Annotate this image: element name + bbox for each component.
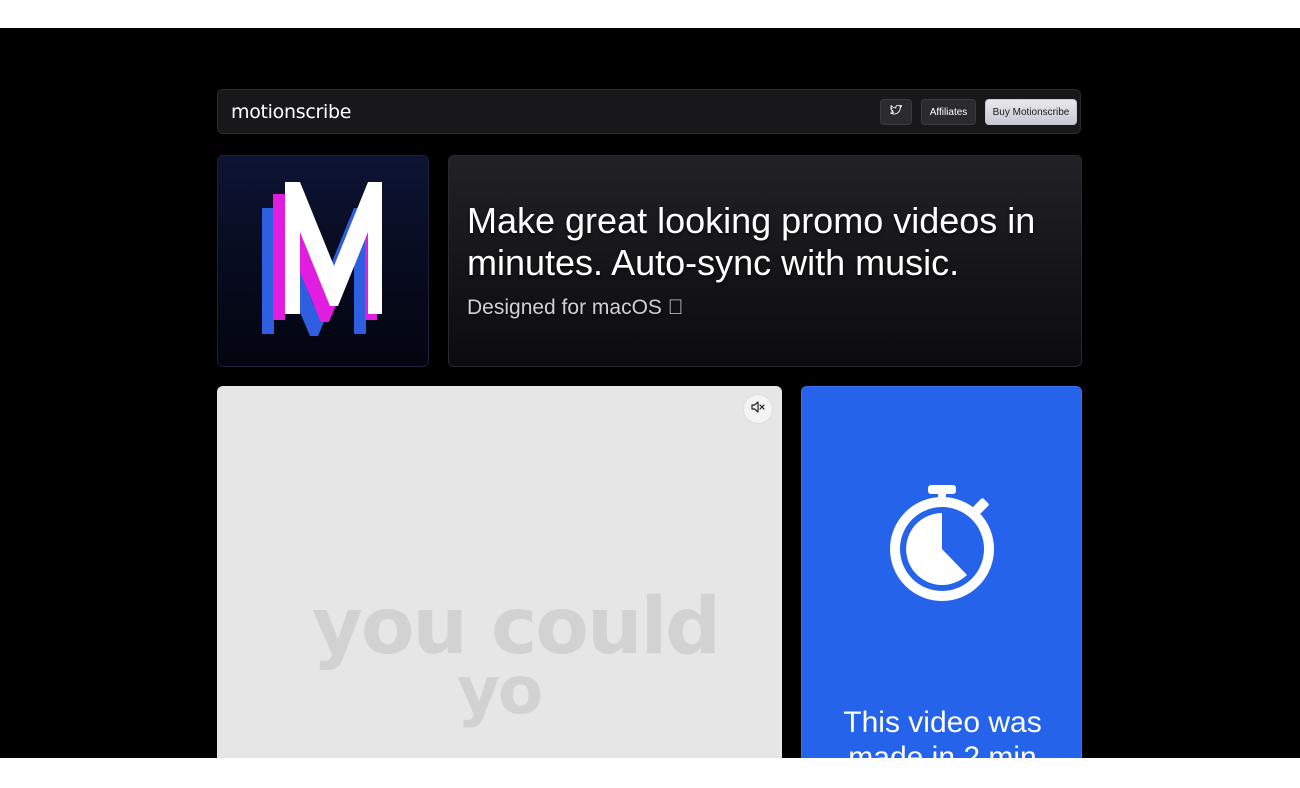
video-text-line-2: yo xyxy=(457,652,543,729)
twitter-icon xyxy=(889,104,902,119)
app-logo-icon xyxy=(262,182,382,336)
buy-button[interactable]: Buy Motionscribe xyxy=(985,99,1077,125)
feature-text: This video was made in 2 min xyxy=(843,706,1042,758)
hero-subline: Designed for macOS  xyxy=(467,296,684,319)
page-viewport: motionscribe Affiliates Buy Motionscribe… xyxy=(0,28,1300,758)
app-icon-card xyxy=(217,155,429,367)
hero-headline: Make great looking promo videos in minut… xyxy=(467,200,1036,283)
twitter-button[interactable] xyxy=(880,99,912,125)
site-logo[interactable]: motionscribe xyxy=(231,101,351,123)
hero-card: Make great looking promo videos in minut… xyxy=(448,155,1082,367)
top-nav-bar: motionscribe Affiliates Buy Motionscribe xyxy=(217,89,1081,134)
stopwatch-icon xyxy=(886,481,998,610)
mute-icon xyxy=(751,400,765,418)
affiliates-button[interactable]: Affiliates xyxy=(921,99,976,125)
demo-video[interactable]: you could yo xyxy=(217,386,782,758)
mute-button[interactable] xyxy=(744,395,772,423)
feature-card: This video was made in 2 min xyxy=(801,386,1082,758)
